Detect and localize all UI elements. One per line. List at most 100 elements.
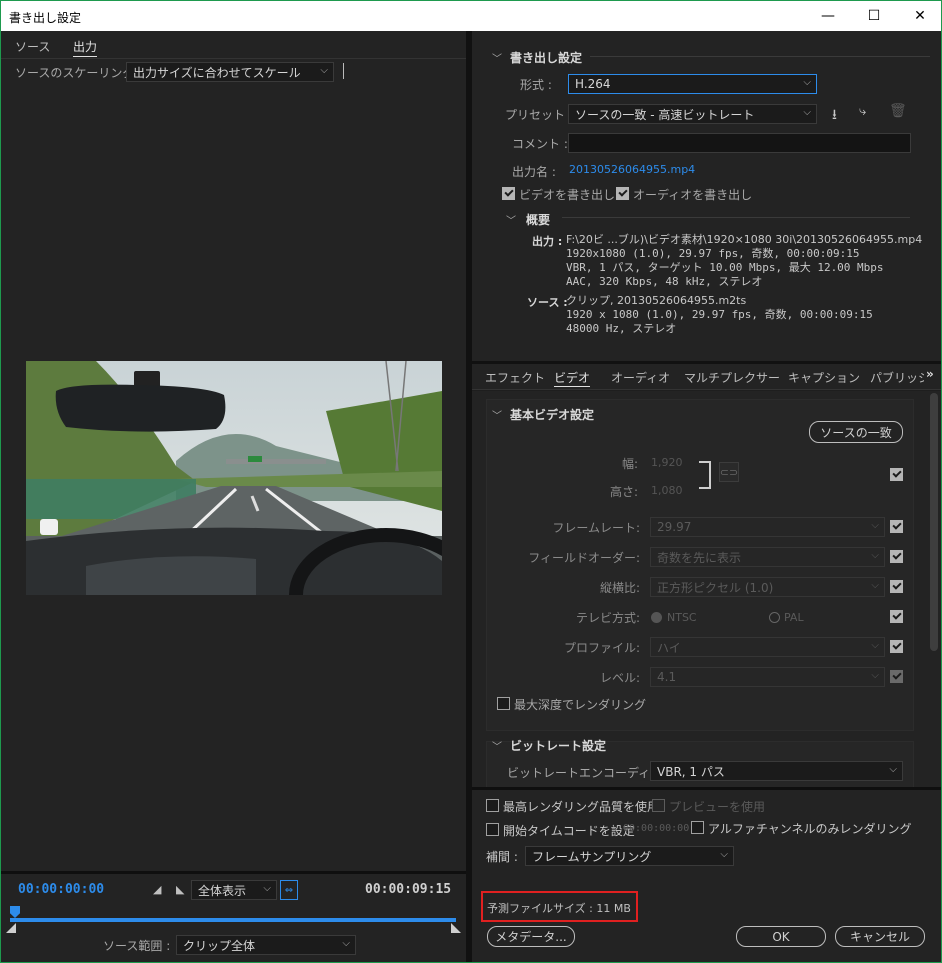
start-timecode-label: 開始タイムコードを設定 [503,824,635,838]
aspect-label: 縦横比: [599,581,640,595]
ok-button[interactable]: OK [736,926,826,947]
match-dimensions-checkbox[interactable] [890,468,903,481]
frame-rate-label: フレームレート: [552,521,640,535]
export-video-checkbox[interactable] [502,187,515,200]
summary-source-line: クリップ, 20130526064955.m2ts [566,294,747,307]
link-bracket [699,461,711,489]
level-dropdown[interactable]: 4.1 ⌵ [650,667,885,687]
start-timecode-value[interactable]: 00:00:00:00 [623,823,689,834]
bitrate-encoding-value: VBR, 1 パス [657,764,725,779]
tab-multiplexer[interactable]: マルチプレクサー [684,369,780,386]
summary-title: 概要 [526,213,551,227]
chevron-down-icon: ⌵ [803,107,811,118]
match-field-order-checkbox[interactable] [890,550,903,563]
summary-output-line: VBR, 1 パス, ターゲット 10.00 Mbps, 最大 12.00 Mb… [566,261,884,274]
interpolation-label: 補間 : [486,850,518,864]
max-quality-label: 最高レンダリング品質を使用 [503,800,660,814]
minimize-button[interactable]: — [805,1,851,31]
timeline-track[interactable] [10,904,456,922]
preset-dropdown[interactable]: ソースの一致 - 高速ビットレート ⌵ [568,104,817,124]
chevron-down-icon: ⌵ [320,65,328,76]
radio-pal[interactable] [769,612,780,623]
start-timecode-checkbox[interactable] [486,823,499,836]
out-point-handle[interactable] [451,923,461,933]
field-order-label: フィールドオーダー: [528,551,640,565]
max-quality-checkbox[interactable] [486,799,499,812]
summary-source-head: ソース : [527,296,568,309]
height-label: 高さ: [609,485,638,499]
fit-timeline-icon[interactable]: ⇔ [280,880,298,900]
collapse-chevron-icon[interactable]: ﹀ [492,50,502,65]
tab-video[interactable]: ビデオ [554,369,591,387]
tab-source[interactable]: ソース [15,38,50,55]
level-value: 4.1 [657,670,677,684]
match-profile-checkbox[interactable] [890,640,903,653]
timecode-in[interactable]: 00:00:00:00 [18,882,104,897]
delete-preset-icon[interactable]: 🗑 [889,103,907,119]
profile-label: プロファイル: [563,641,640,655]
profile-dropdown[interactable]: ハイ ⌵ [650,637,885,657]
summary-output-line: 1920x1080 (1.0), 29.97 fps, 奇数, 00:00:09… [566,247,860,260]
collapse-chevron-icon[interactable]: ﹀ [492,738,502,753]
save-preset-icon[interactable]: ⭳ [832,104,837,128]
summary-source-text: クリップ, 20130526064955.m2ts 1920 x 1080 (1… [566,294,873,336]
import-preset-icon[interactable]: ⤷ [859,104,866,119]
width-value[interactable]: 1,920 [651,456,683,469]
aspect-value: 正方形ピクセル (1.0) [657,580,774,595]
zoom-dropdown[interactable]: 全体表示 ⌵ [191,880,277,900]
summary-output-line: F:\20ビ ...ブル)\ビデオ素材\1920×1080 30i\201305… [566,233,923,246]
match-aspect-checkbox[interactable] [890,580,903,593]
close-button[interactable]: ✕ [897,1,942,31]
aspect-dropdown[interactable]: 正方形ピクセル (1.0) ⌵ [650,577,885,597]
tab-audio[interactable]: オーディオ [611,369,670,386]
tab-publish[interactable]: パブリッシュ [870,369,924,386]
scrollbar-thumb[interactable] [930,393,938,651]
match-frame-rate-checkbox[interactable] [890,520,903,533]
tab-output[interactable]: 出力 [73,38,98,57]
max-depth-checkbox[interactable] [497,697,510,710]
link-chain-icon[interactable]: ⊂⊃ [719,462,739,482]
bitrate-encoding-dropdown[interactable]: VBR, 1 パス ⌵ [650,761,903,781]
video-preview-frame[interactable] [26,361,442,595]
maximize-button[interactable]: ☐ [851,1,897,31]
match-source-button[interactable]: ソースの一致 [809,421,903,443]
comment-input[interactable] [568,133,911,153]
timecode-out: 00:00:09:15 [365,882,452,897]
match-level-checkbox[interactable] [890,670,903,683]
playhead-handle[interactable] [10,906,20,918]
cancel-button[interactable]: キャンセル [835,926,925,947]
interpolation-dropdown[interactable]: フレームサンプリング ⌵ [525,846,734,866]
alpha-only-checkbox[interactable] [691,821,704,834]
collapse-chevron-icon[interactable]: ﹀ [492,407,502,422]
export-audio-checkbox[interactable] [616,187,629,200]
output-name-link[interactable]: 20130526064955.mp4 [569,163,695,176]
match-tv-standard-checkbox[interactable] [890,610,903,623]
more-tabs-icon[interactable]: » [926,367,934,381]
estimated-file-size: 予測ファイルサイズ : 11 MB [487,902,631,915]
mark-in-icon[interactable]: ◢ [153,883,161,896]
summary-source-line: 1920 x 1080 (1.0), 29.97 fps, 奇数, 00:00:… [566,308,873,321]
chevron-down-icon: ⌵ [871,580,879,591]
metadata-button[interactable]: メタデータ... [487,926,575,947]
width-label: 幅: [621,457,638,471]
tab-effects[interactable]: エフェクト [485,369,545,386]
format-dropdown[interactable]: H.264 ⌵ [568,74,817,94]
tab-captions[interactable]: キャプション [788,369,860,386]
mark-out-icon[interactable]: ◣ [176,883,184,896]
collapse-chevron-icon[interactable]: ﹀ [506,212,516,227]
use-preview-checkbox[interactable] [652,799,665,812]
radio-ntsc[interactable] [651,612,662,623]
field-order-dropdown[interactable]: 奇数を先に表示 ⌵ [650,547,885,567]
preset-value: ソースの一致 - 高速ビットレート [575,107,755,122]
video-preview-image [26,361,442,595]
source-range-dropdown[interactable]: クリップ全体 ⌵ [176,935,356,955]
frame-rate-dropdown[interactable]: 29.97 ⌵ [650,517,885,537]
summary-output-text: F:\20ビ ...ブル)\ビデオ素材\1920×1080 30i\201305… [566,233,922,289]
scaling-dropdown[interactable]: 出力サイズに合わせてスケール ⌵ [126,62,334,82]
pal-label: PAL [784,611,804,624]
alpha-only-label: アルファチャンネルのみレンダリング [708,822,912,836]
max-depth-label: 最大深度でレンダリング [514,698,647,712]
height-value[interactable]: 1,080 [651,484,683,497]
summary-output-head: 出力 : [532,235,563,248]
in-point-handle[interactable] [6,923,16,933]
